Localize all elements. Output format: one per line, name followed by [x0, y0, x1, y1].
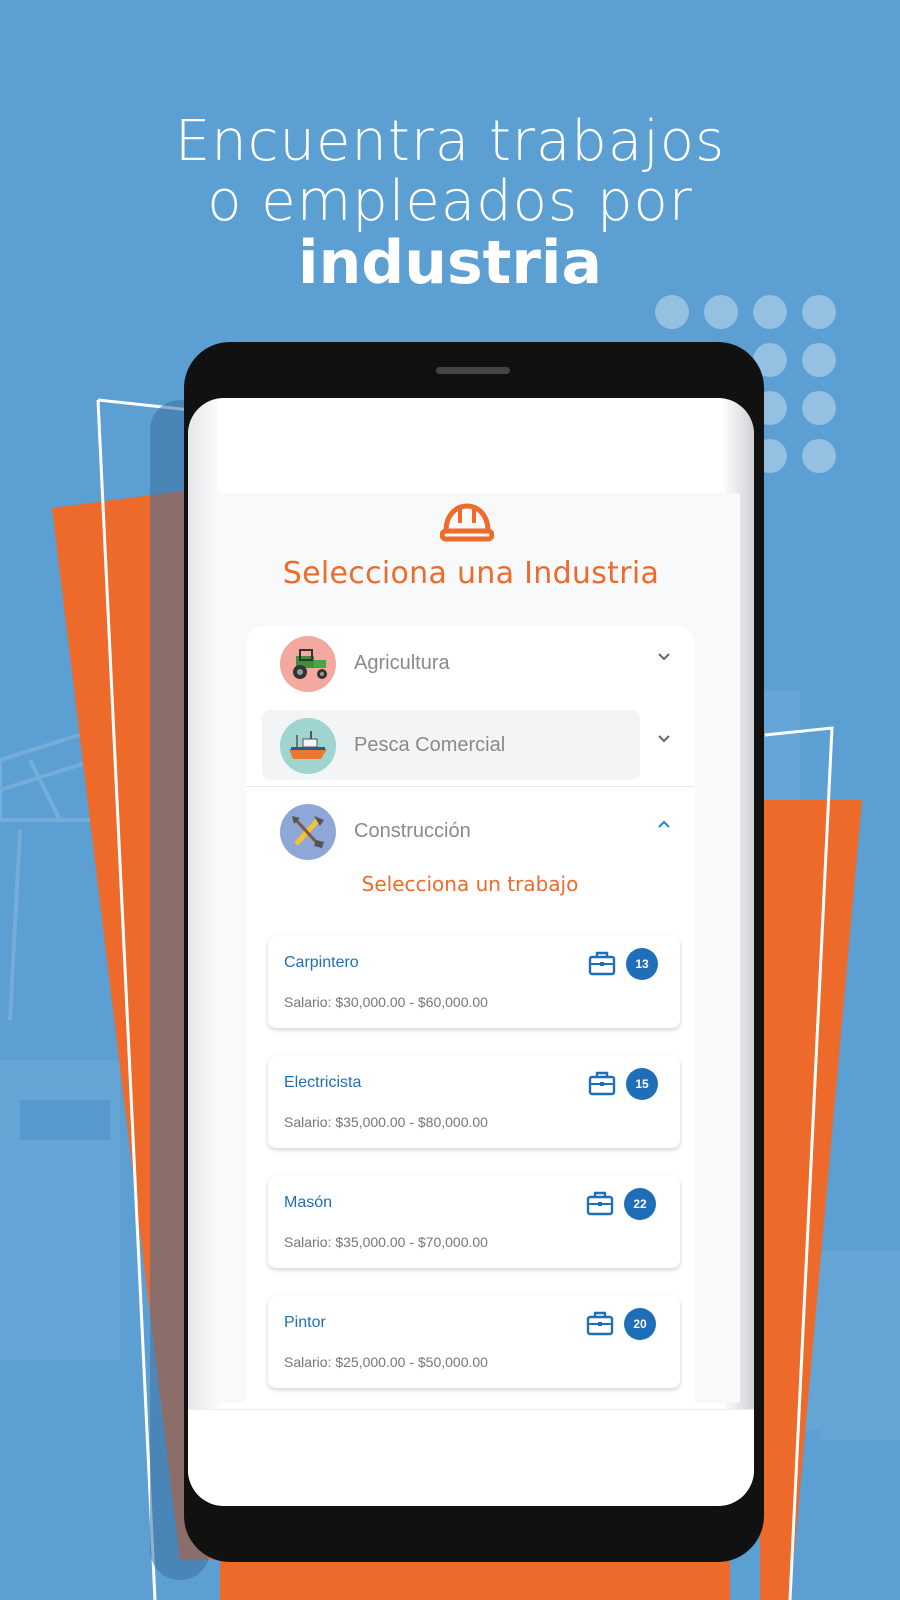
job-count-badge: 20: [624, 1308, 656, 1340]
decor-dot: [802, 439, 836, 473]
industry-list: Agricultura Pesca Comercial Construcción…: [246, 626, 694, 1506]
tools-icon: [280, 804, 336, 860]
industry-item-construccion[interactable]: Construcción: [246, 794, 694, 868]
page-title: Selecciona una Industria: [282, 556, 660, 591]
decor-dot: [802, 343, 836, 377]
job-name: Pintor: [284, 1314, 326, 1331]
job-count-badge: 13: [626, 948, 658, 980]
job-name: Masón: [284, 1194, 333, 1211]
jobs-title: Selecciona un trabajo: [361, 872, 579, 896]
hero-line-3: industria: [298, 228, 602, 298]
hero-heading: Encuentra trabajos o empleados por indus…: [0, 109, 900, 298]
briefcase-icon: [586, 1311, 614, 1336]
tractor-icon: [280, 636, 336, 692]
briefcase-icon: [588, 951, 616, 976]
phone-frame: Selecciona una Industria Agricultura Pes…: [184, 342, 764, 1562]
divider: [246, 786, 694, 787]
job-name: Carpintero: [284, 954, 359, 971]
job-card-electricista[interactable]: Electricista Salario: $35,000.00 - $80,0…: [268, 1056, 680, 1148]
phone-speaker: [436, 367, 510, 374]
industry-label: Agricultura: [354, 652, 450, 674]
job-card-mason[interactable]: Masón Salario: $35,000.00 - $70,000.00 2…: [268, 1176, 680, 1268]
chevron-down-icon[interactable]: [656, 648, 672, 664]
job-name: Electricista: [284, 1074, 362, 1091]
hero-line-2: o empleados por: [207, 169, 693, 234]
decor-dot: [655, 295, 689, 329]
boat-icon: [280, 718, 336, 774]
bottom-bar: [188, 1409, 754, 1506]
chevron-down-icon[interactable]: [656, 730, 672, 746]
job-card-pintor[interactable]: Pintor Salario: $25,000.00 - $50,000.00 …: [268, 1296, 680, 1388]
job-salary: Salario: $30,000.00 - $60,000.00: [284, 994, 488, 1010]
job-card-carpintero[interactable]: Carpintero Salario: $30,000.00 - $60,000…: [268, 936, 680, 1028]
briefcase-icon: [588, 1071, 616, 1096]
job-count-badge: 22: [624, 1188, 656, 1220]
decor-dot: [802, 295, 836, 329]
job-salary: Salario: $35,000.00 - $80,000.00: [284, 1114, 488, 1130]
decor-dot: [753, 295, 787, 329]
briefcase-icon: [586, 1191, 614, 1216]
hero-line-1: Encuentra trabajos: [174, 109, 726, 174]
phone-screen: Selecciona una Industria Agricultura Pes…: [188, 398, 754, 1506]
industry-label: Pesca Comercial: [354, 734, 506, 756]
decor-dot: [802, 391, 836, 425]
hard-hat-icon: [440, 503, 494, 542]
decor-dot: [704, 295, 738, 329]
job-count-badge: 15: [626, 1068, 658, 1100]
job-salary: Salario: $25,000.00 - $50,000.00: [284, 1354, 488, 1370]
chevron-up-icon[interactable]: [656, 816, 672, 832]
industry-item-pesca-comercial[interactable]: Pesca Comercial: [246, 708, 694, 782]
job-salary: Salario: $35,000.00 - $70,000.00: [284, 1234, 488, 1250]
industry-item-agricultura[interactable]: Agricultura: [246, 626, 694, 700]
industry-label: Construcción: [354, 820, 471, 842]
